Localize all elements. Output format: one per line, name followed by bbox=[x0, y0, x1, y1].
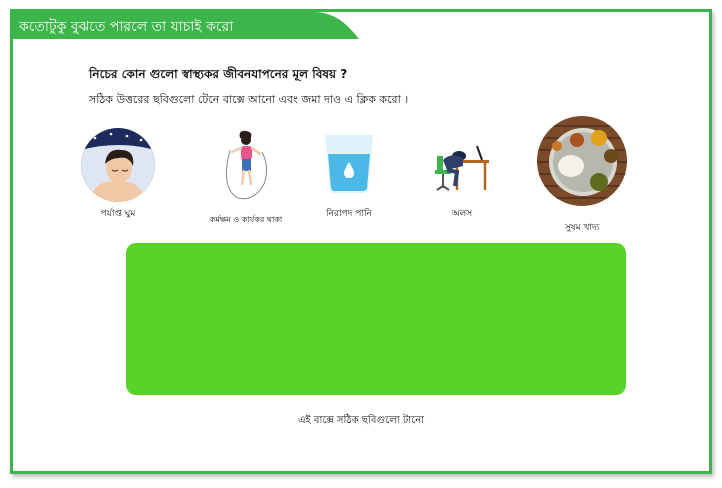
card-label: কর্মক্ষম ও কার্যকর থাকা bbox=[209, 215, 283, 224]
drag-card-lazy[interactable]: অলস bbox=[412, 128, 512, 228]
card-label: সুষম খাদ্য bbox=[564, 223, 600, 233]
question-text: নিচের কোন গুলো স্বাস্থ্যকর জীবনযাপনের মূ… bbox=[89, 67, 348, 81]
card-label: নিরাপদ পানি bbox=[326, 209, 372, 219]
activity-frame: কতোটুকু বুঝতে পারলে তা যাচাই করো নিচের ক… bbox=[10, 9, 712, 474]
drag-card-active[interactable]: কর্মক্ষম ও কার্যকর থাকা bbox=[196, 128, 296, 238]
sleeping-person-icon bbox=[81, 128, 155, 202]
drop-box-hint: এই বাক্সে সঠিক ছবিগুলো টানো bbox=[297, 415, 425, 426]
card-label: অলস bbox=[451, 209, 473, 219]
card-label: পর্যাপ্ত ঘুম bbox=[100, 209, 136, 219]
jump-rope-icon bbox=[218, 128, 274, 202]
drag-card-food[interactable]: সুষম খাদ্য bbox=[532, 116, 632, 233]
header-banner: কতোটুকু বুঝতে পারলে তা যাচাই করো bbox=[13, 12, 359, 39]
lazy-person-at-desk-icon bbox=[433, 138, 491, 194]
drag-card-water[interactable]: নিরাপদ পানি bbox=[299, 128, 399, 228]
answer-drop-box[interactable] bbox=[126, 243, 626, 395]
balanced-meal-plate-icon bbox=[537, 116, 627, 206]
header-title: কতোটুকু বুঝতে পারলে তা যাচাই করো bbox=[19, 19, 234, 35]
water-glass-icon bbox=[322, 132, 376, 194]
drag-card-sleep[interactable]: পর্যাপ্ত ঘুম bbox=[68, 128, 168, 228]
instruction-text: সঠিক উত্তরের ছবিগুলো টেনে বাক্সে আনো এবং… bbox=[89, 93, 409, 106]
